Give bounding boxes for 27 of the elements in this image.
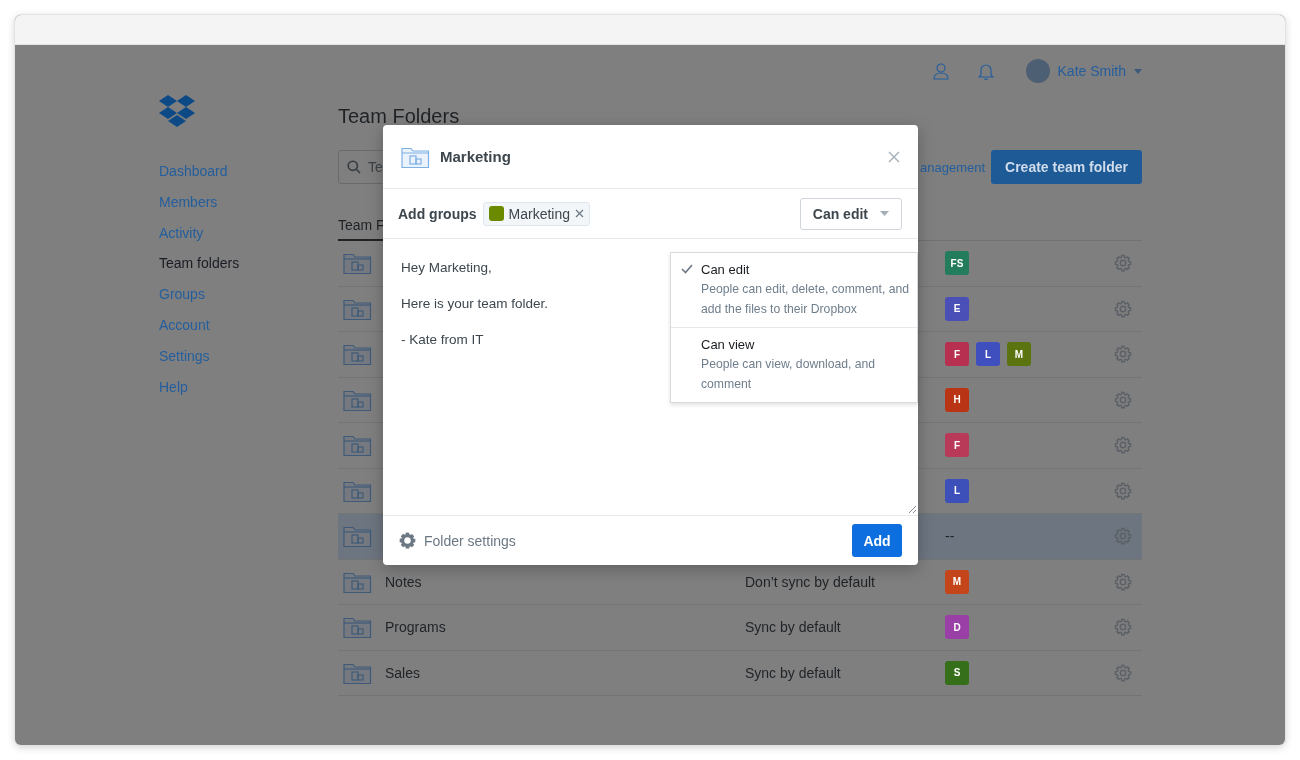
member-badge: M	[945, 569, 969, 594]
member-badge: FS	[945, 251, 969, 276]
folder-name: Notes	[385, 573, 422, 590]
member-badge: S	[945, 660, 969, 685]
member-badge: D	[945, 615, 969, 640]
member-badge: H	[945, 387, 969, 412]
option-title: Can edit	[701, 261, 751, 279]
member-badge: F	[945, 342, 969, 367]
folder-name: Sales	[385, 664, 421, 681]
sync-setting: Sync by default	[745, 619, 841, 636]
folder-name: Programs	[385, 619, 446, 636]
member-badge: L	[976, 342, 1000, 367]
member-badge: L	[945, 478, 969, 503]
option-description: People can view, download, and comment	[701, 356, 877, 393]
members-text: --	[945, 528, 955, 545]
dialog-title: Marketing	[440, 148, 512, 165]
group-name: Marketing	[508, 205, 570, 222]
user-name: Kate Smith	[1057, 63, 1126, 79]
member-badge: F	[945, 433, 969, 458]
member-badge: M	[1007, 342, 1031, 367]
option-description: People can edit, delete, comment, and add the files to their Dropbox	[701, 281, 910, 318]
member-badge: E	[945, 296, 969, 321]
option-title: Can view	[701, 336, 756, 354]
add-groups-label: Add groups	[398, 205, 477, 222]
page-title: Team Folders	[338, 105, 461, 129]
sync-setting: Sync by default	[745, 664, 841, 681]
sync-setting: Don’t sync by default	[745, 573, 875, 590]
